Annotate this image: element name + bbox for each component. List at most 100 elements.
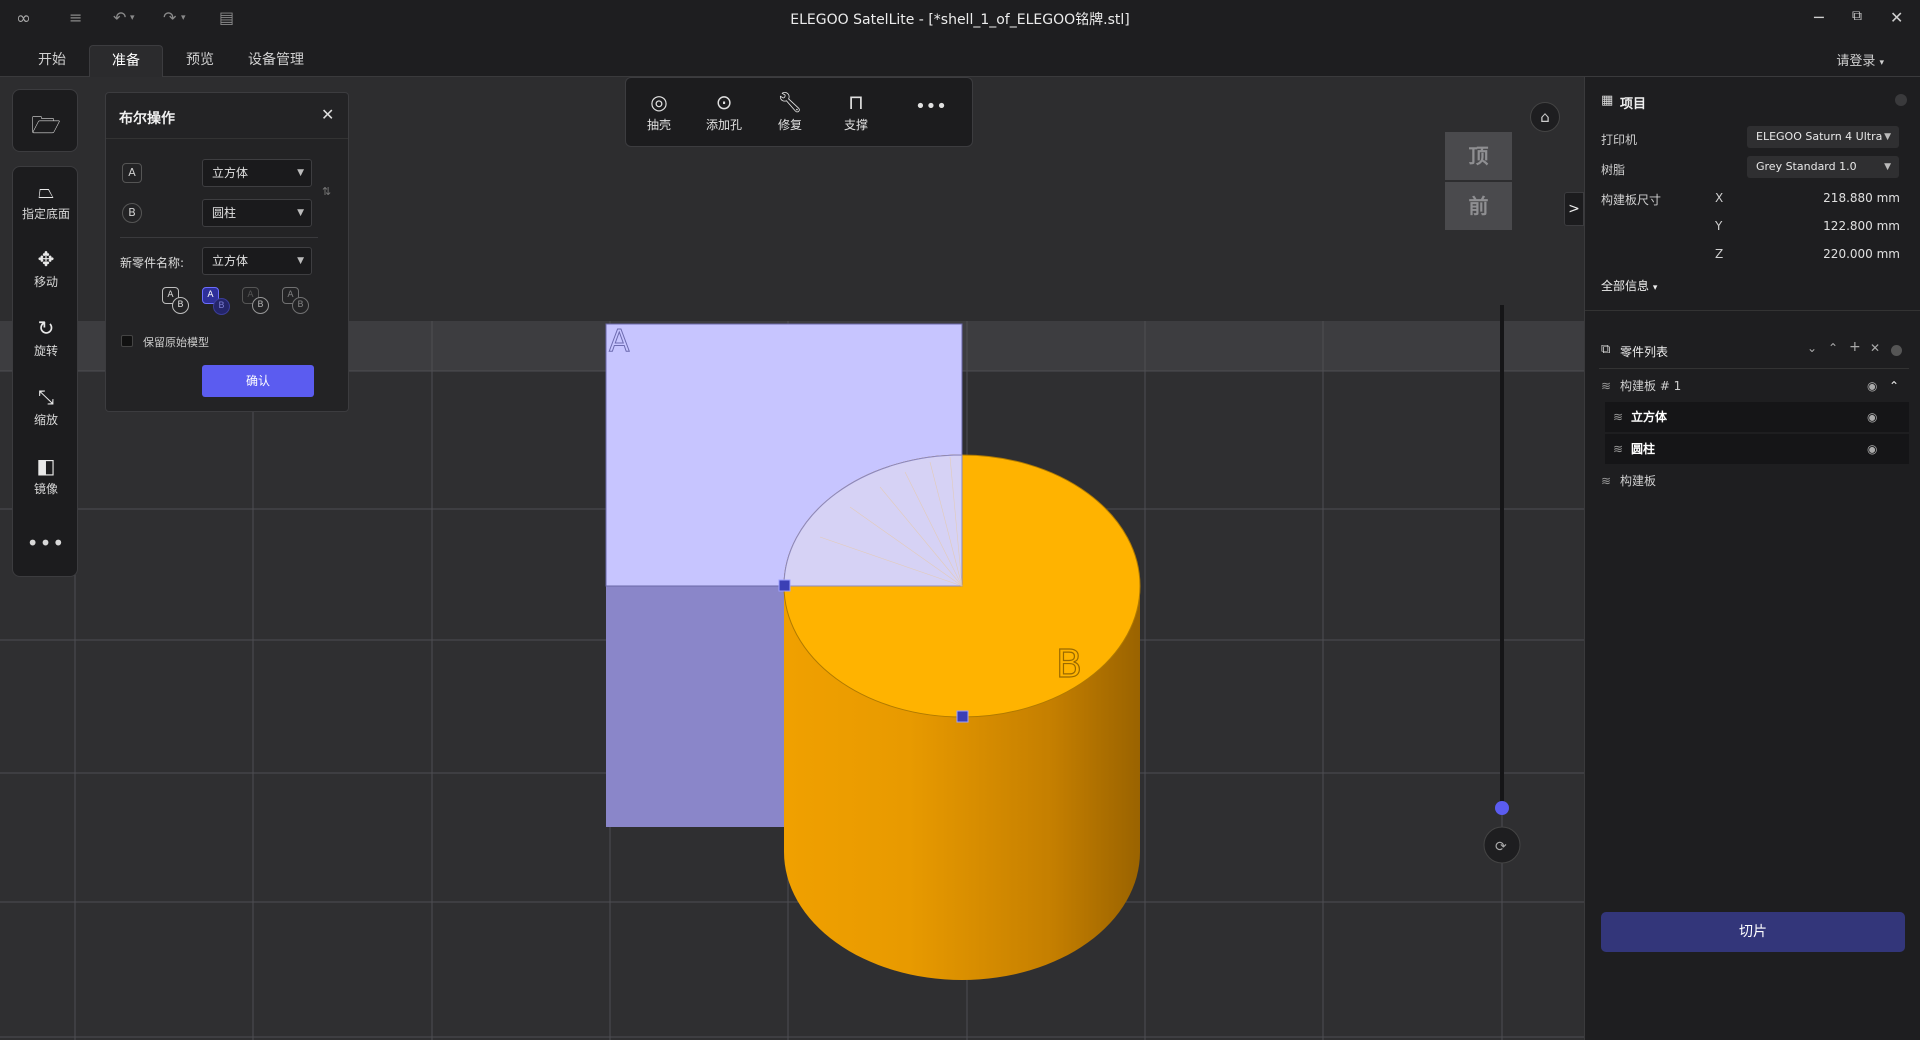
all-info-label: 全部信息: [1601, 279, 1650, 293]
add-hole-label: 添加孔: [705, 118, 742, 132]
lay-flat-button[interactable]: ⏢ 指定底面: [13, 180, 79, 222]
rotate-icon: ↻: [37, 316, 55, 340]
part-row[interactable]: ≋ 构建板 # 1 ◉ ⌃: [1599, 371, 1909, 401]
dropdown-arrow-icon: ▼: [1884, 162, 1891, 172]
expand-panel-button[interactable]: >: [1564, 192, 1584, 226]
x-label: X: [1715, 191, 1724, 205]
dropdown-arrow-icon: ▼: [297, 168, 304, 178]
label-a: A: [609, 324, 630, 359]
part-name: 立方体: [1631, 410, 1668, 424]
tab-start[interactable]: 开始: [26, 45, 78, 77]
layers-icon: ≋: [1601, 379, 1612, 393]
visibility-eye-icon[interactable]: ◉: [1867, 371, 1877, 401]
right-panel: ▦ 项目 打印机 ELEGOO Saturn 4 Ultra ▼ 树脂 Grey …: [1584, 77, 1920, 1040]
op-b-label: B: [172, 297, 189, 314]
model-a-badge: A: [122, 163, 142, 183]
shell-button[interactable]: ◎ 抽壳: [637, 90, 681, 133]
layers-icon: ≋: [1613, 442, 1624, 456]
layer-slider-handle[interactable]: [1495, 801, 1509, 815]
op-b-label: B: [292, 297, 309, 314]
cube-side-face[interactable]: [606, 586, 784, 827]
boolean-panel-header: 布尔操作 ✕: [106, 93, 348, 139]
minimize-button[interactable]: ─: [1814, 8, 1824, 27]
slice-button[interactable]: 切片: [1601, 912, 1905, 952]
view-cube-top[interactable]: 顶: [1445, 132, 1512, 180]
intersect-op-icon[interactable]: AB: [280, 285, 310, 315]
move-up-icon[interactable]: ⌃: [1828, 341, 1838, 355]
tab-prepare[interactable]: 准备: [89, 45, 163, 77]
part-name: 构建板 # 1: [1620, 379, 1682, 393]
part-name: 构建板: [1620, 474, 1657, 488]
repair-button[interactable]: 🔧︎ 修复: [768, 90, 812, 133]
collapse-project-icon[interactable]: [1895, 94, 1907, 106]
swap-icon[interactable]: ⇅: [322, 185, 331, 198]
parts-menu-icon[interactable]: [1891, 345, 1902, 356]
keep-original-checkbox[interactable]: [121, 335, 133, 347]
chevron-right-icon: >: [1568, 201, 1580, 217]
move-button[interactable]: ✥ 移动: [13, 248, 79, 290]
more-top-tools-button[interactable]: •••: [909, 96, 953, 117]
move-down-icon[interactable]: ⌄: [1807, 341, 1817, 355]
model-a-value: 立方体: [212, 166, 249, 180]
all-info-toggle[interactable]: 全部信息 ▾: [1601, 277, 1657, 294]
rotate-label: 旋转: [33, 344, 58, 358]
scale-button[interactable]: ⤡ 缩放: [13, 386, 79, 428]
op-b-label: B: [213, 298, 230, 315]
model-b-select[interactable]: 圆柱 ▼: [202, 199, 312, 227]
rotate-button[interactable]: ↻ 旋转: [13, 317, 79, 359]
subtract-op-icon[interactable]: AB: [200, 285, 230, 315]
label-b: B: [1056, 642, 1082, 686]
more-icon: •••: [26, 531, 66, 555]
lay-flat-icon: ⏢: [38, 179, 54, 203]
new-part-name-select[interactable]: 立方体 ▼: [202, 247, 312, 275]
part-row[interactable]: ≋ 圆柱 ◉: [1605, 434, 1909, 464]
tab-device-management[interactable]: 设备管理: [236, 45, 316, 77]
mirror-button[interactable]: ◧ 镜像: [13, 455, 79, 497]
model-b-badge: B: [122, 203, 142, 223]
scale-label: 缩放: [33, 413, 58, 427]
more-tools-button[interactable]: •••: [13, 531, 79, 555]
add-part-icon[interactable]: +: [1849, 339, 1861, 355]
home-view-button[interactable]: ⌂: [1530, 102, 1560, 132]
login-link[interactable]: 请登录 ▾: [1836, 50, 1884, 69]
close-panel-icon[interactable]: ✕: [321, 105, 334, 124]
parts-list-icon: ⧉: [1601, 342, 1611, 357]
boolean-panel-title: 布尔操作: [119, 111, 175, 127]
build-size-label: 构建板尺寸: [1601, 193, 1662, 207]
tab-preview[interactable]: 预览: [174, 45, 226, 77]
add-hole-icon: ⊙: [715, 90, 733, 114]
view-cube-front[interactable]: 前: [1445, 182, 1512, 230]
bool-handle-b[interactable]: [956, 710, 969, 723]
more-icon: •••: [915, 96, 947, 117]
open-folder-icon[interactable]: 🗁: [13, 108, 79, 149]
resin-select[interactable]: Grey Standard 1.0 ▼: [1747, 156, 1899, 178]
union-op-icon[interactable]: AB: [160, 285, 190, 315]
part-row[interactable]: ≋ 构建板: [1599, 466, 1909, 496]
x-value: 218.880 mm: [1823, 191, 1900, 205]
collapse-group-icon[interactable]: ⌃: [1889, 371, 1899, 401]
delete-part-icon[interactable]: ✕: [1870, 341, 1880, 355]
visibility-eye-icon[interactable]: ◉: [1867, 434, 1877, 464]
resin-label: 树脂: [1601, 163, 1626, 177]
dropdown-arrow-icon: ▼: [297, 208, 304, 218]
title-bar: ∞ ≡ ↶ ▾ ↷ ▾ ▤ ELEGOO SatelLite - [*shell…: [0, 0, 1920, 37]
restore-button[interactable]: ⧉: [1852, 8, 1862, 24]
visibility-eye-icon[interactable]: ◉: [1867, 402, 1877, 432]
printer-select[interactable]: ELEGOO Saturn 4 Ultra ▼: [1747, 126, 1899, 148]
dropdown-arrow-icon: ▼: [1884, 132, 1891, 142]
dropdown-arrow-icon: ▼: [297, 256, 304, 266]
confirm-button[interactable]: 确认: [202, 365, 314, 397]
add-hole-button[interactable]: ⊙ 添加孔: [702, 90, 746, 133]
support-button[interactable]: ⊓ 支撑: [834, 90, 878, 133]
layers-icon: ≋: [1613, 410, 1624, 424]
boolean-panel: 布尔操作 ✕ A 立方体 ▼ B 圆柱 ▼ ⇅ 新零件名称: 立方体 ▼ AB AB …: [105, 92, 349, 412]
reverse-subtract-op-icon[interactable]: AB: [240, 285, 270, 315]
left-toolbar: ⏢ 指定底面 ✥ 移动 ↻ 旋转 ⤡ 缩放 ◧ 镜像 •••: [12, 166, 78, 577]
divider: [120, 237, 318, 238]
bool-handle-a[interactable]: [778, 579, 791, 592]
y-value: 122.800 mm: [1823, 219, 1900, 233]
part-name: 圆柱: [1631, 442, 1656, 456]
part-row[interactable]: ≋ 立方体 ◉: [1605, 402, 1909, 432]
close-button[interactable]: ✕: [1890, 8, 1903, 27]
model-a-select[interactable]: 立方体 ▼: [202, 159, 312, 187]
